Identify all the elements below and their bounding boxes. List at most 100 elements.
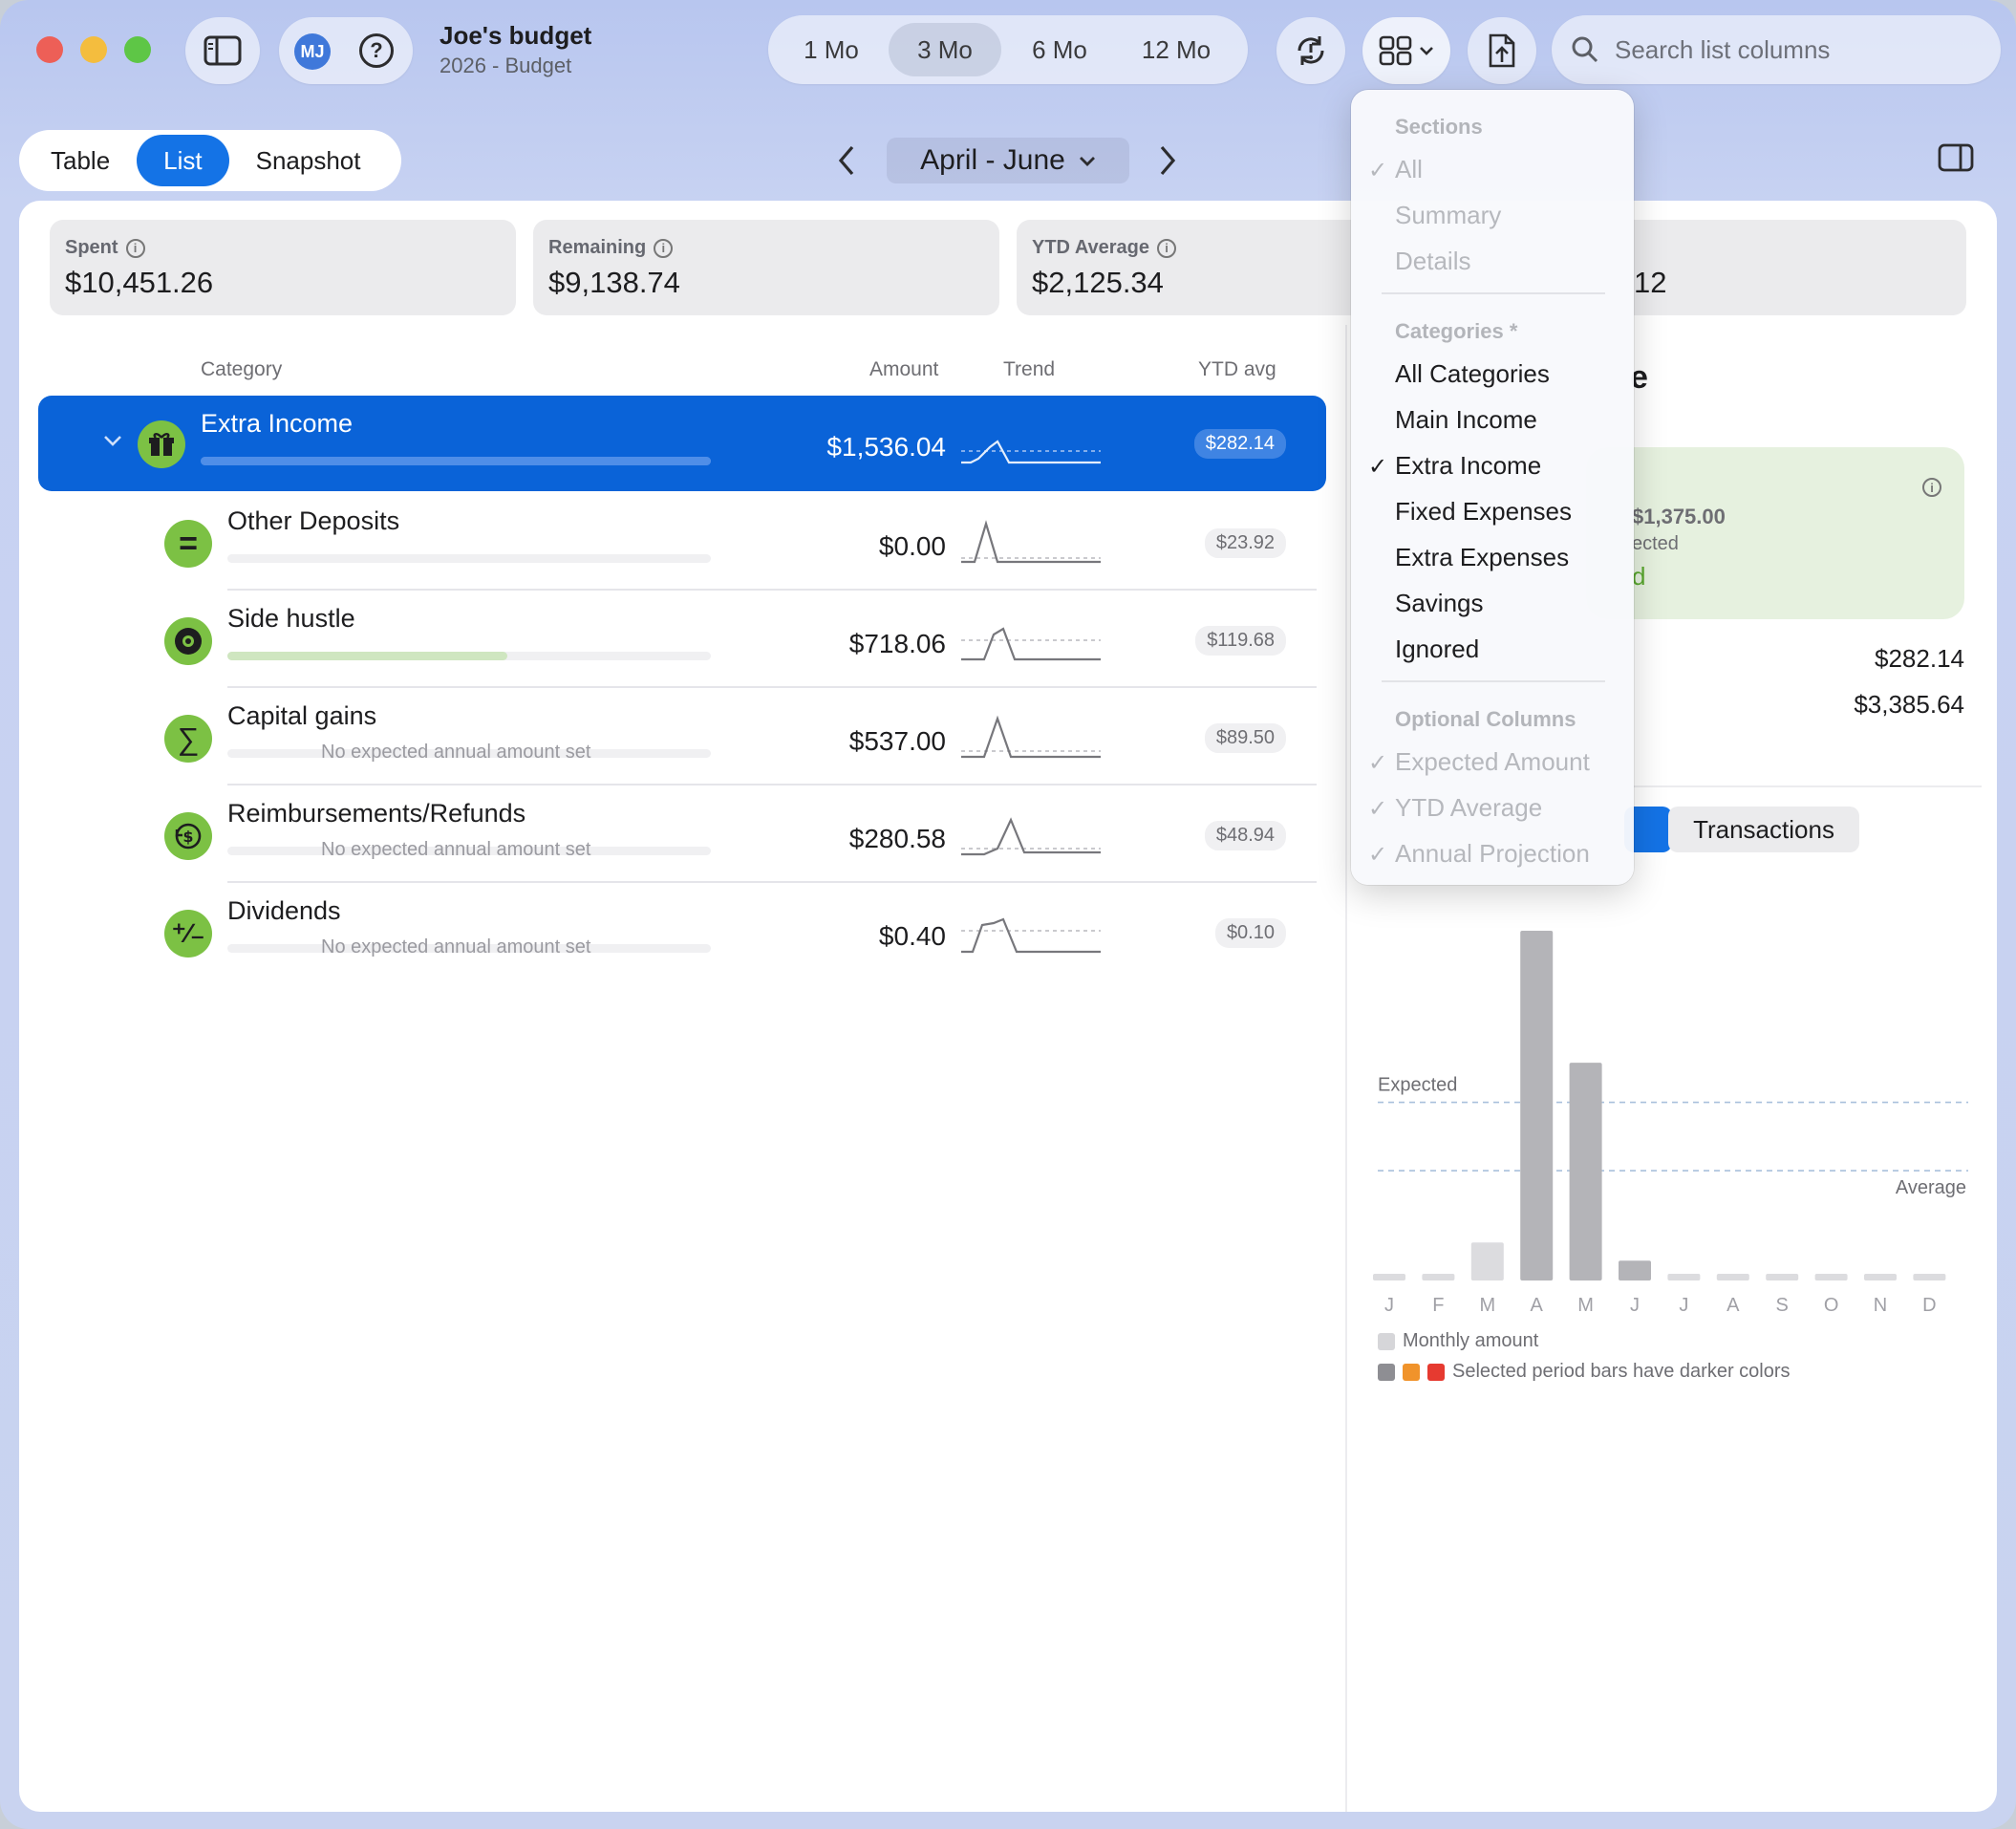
- x-tick-label: N: [1874, 1295, 1887, 1316]
- category-row[interactable]: $ Reimbursements/Refunds No expected ann…: [38, 787, 1326, 883]
- period-3-months[interactable]: 3 Mo: [889, 23, 1001, 76]
- legend-swatch-orange: [1403, 1364, 1420, 1381]
- column-header-amount[interactable]: Amount: [869, 358, 938, 381]
- search-field[interactable]: Search list columns: [1552, 15, 2001, 84]
- ytd-avg-badge: $23.92: [1204, 528, 1286, 558]
- tab-snapshot[interactable]: Snapshot: [229, 135, 388, 186]
- amount-value: $280.58: [848, 824, 946, 853]
- search-placeholder: Search list columns: [1615, 34, 1831, 64]
- zoom-window-button[interactable]: [124, 36, 151, 63]
- chevron-down-icon[interactable]: [103, 434, 122, 447]
- info-icon[interactable]: i: [1157, 238, 1177, 258]
- category-name: Side hustle: [227, 604, 355, 633]
- menu-item-fixed-expenses[interactable]: Fixed Expenses: [1395, 497, 1572, 527]
- chart-bar[interactable]: [1913, 1274, 1946, 1280]
- category-row[interactable]: ∑ Capital gains No expected annual amoun…: [38, 690, 1326, 785]
- menu-item-extra-expenses[interactable]: Extra Expenses: [1395, 543, 1569, 572]
- expected-note: No expected annual amount set: [321, 742, 591, 763]
- menu-item-all[interactable]: All: [1395, 155, 1423, 184]
- period-6-months[interactable]: 6 Mo: [1001, 23, 1118, 76]
- tab-list[interactable]: List: [137, 135, 229, 186]
- row-separator: [227, 589, 1317, 591]
- checkmark-icon: ✓: [1368, 750, 1388, 776]
- status-text: d: [1632, 562, 1646, 591]
- tab-table[interactable]: Table: [24, 135, 137, 186]
- menu-separator: [1382, 292, 1605, 294]
- x-tick-label: M: [1577, 1295, 1594, 1316]
- chart-bar[interactable]: [1619, 1260, 1651, 1280]
- category-row[interactable]: Side hustle $718.06 $119.68: [38, 592, 1326, 688]
- chart-bar[interactable]: [1569, 1063, 1602, 1280]
- inspector-toggle-button[interactable]: [1938, 143, 1974, 172]
- help-icon: ?: [370, 38, 383, 62]
- export-button[interactable]: [1468, 17, 1536, 84]
- chart-bar[interactable]: [1373, 1274, 1405, 1280]
- chart-bar[interactable]: [1864, 1274, 1897, 1280]
- chevron-down-icon: [1420, 47, 1433, 55]
- period-12-months[interactable]: 12 Mo: [1118, 23, 1234, 76]
- card-label: Remaining: [548, 237, 647, 258]
- app-subtitle: 2026 - Budget: [440, 54, 572, 77]
- expected-amount: $1,375.00: [1632, 505, 1726, 528]
- reference-line-label: Expected: [1378, 1075, 1457, 1096]
- expected-label: ected: [1632, 533, 1679, 554]
- minimize-window-button[interactable]: [80, 36, 107, 63]
- chart-bar[interactable]: [1716, 1274, 1749, 1280]
- category-row[interactable]: = Other Deposits $0.00 $23.92: [38, 495, 1326, 591]
- menu-item-annual-projection[interactable]: Annual Projection: [1395, 839, 1590, 869]
- info-icon[interactable]: i: [125, 238, 145, 258]
- trend-sparkline: [961, 627, 1101, 661]
- menu-item-ignored[interactable]: Ignored: [1395, 635, 1479, 664]
- column-header-trend[interactable]: Trend: [1003, 358, 1055, 381]
- avatar[interactable]: MJ: [294, 33, 331, 70]
- chart-bar[interactable]: [1667, 1274, 1701, 1280]
- column-header-category[interactable]: Category: [201, 358, 282, 381]
- summary-card-spent[interactable]: Spent i $10,451.26: [50, 220, 516, 315]
- chart-bar[interactable]: [1422, 1274, 1455, 1280]
- period-label: April - June: [920, 144, 1065, 176]
- menu-item-ytd-average[interactable]: YTD Average: [1395, 793, 1542, 823]
- amount-value: $537.00: [848, 726, 946, 756]
- x-tick-label: J: [1630, 1295, 1640, 1316]
- tab-transactions[interactable]: Transactions: [1668, 807, 1859, 852]
- equals-icon: =: [164, 520, 212, 568]
- ytd-avg-badge: $89.50: [1204, 723, 1286, 753]
- menu-separator: [1382, 680, 1605, 682]
- svg-text:$: $: [182, 828, 193, 846]
- sidebar-toggle-button[interactable]: [185, 17, 260, 84]
- card-value: $10,451.26: [65, 266, 214, 299]
- card-value: $2,125.34: [1032, 266, 1164, 299]
- chart-bar[interactable]: [1520, 931, 1554, 1280]
- card-label: Spent: [65, 237, 118, 258]
- next-period-button[interactable]: [1156, 143, 1179, 178]
- plus-minus-icon: ⁺∕₋: [164, 910, 212, 958]
- summary-card-remaining[interactable]: Remaining i $9,138.74: [533, 220, 999, 315]
- menu-item-details[interactable]: Details: [1395, 247, 1470, 276]
- info-icon[interactable]: i: [654, 238, 674, 258]
- sync-button[interactable]: [1276, 17, 1345, 84]
- previous-period-button[interactable]: [835, 143, 858, 178]
- close-window-button[interactable]: [36, 36, 63, 63]
- info-icon[interactable]: i: [1922, 478, 1941, 497]
- legend-selected-period: Selected period bars have darker colors: [1452, 1361, 1791, 1382]
- trend-sparkline: [961, 917, 1101, 954]
- chart-bar[interactable]: [1766, 1274, 1799, 1280]
- chart-bar[interactable]: [1814, 1274, 1848, 1280]
- x-tick-label: M: [1479, 1295, 1495, 1316]
- category-row[interactable]: ⁺∕₋ Dividends No expected annual amount …: [38, 885, 1326, 980]
- period-picker[interactable]: April - June: [887, 138, 1129, 183]
- chart-bar[interactable]: [1470, 1242, 1504, 1280]
- layout-menu-button[interactable]: [1362, 17, 1450, 84]
- grid-icon: [1379, 35, 1412, 66]
- help-button[interactable]: ?: [359, 33, 394, 68]
- menu-item-savings[interactable]: Savings: [1395, 589, 1484, 618]
- period-1-month[interactable]: 1 Mo: [774, 23, 889, 76]
- progress-bar: [227, 652, 711, 660]
- menu-item-extra-income[interactable]: Extra Income: [1395, 451, 1541, 481]
- menu-item-summary[interactable]: Summary: [1395, 201, 1501, 230]
- menu-item-all-categories[interactable]: All Categories: [1395, 359, 1550, 389]
- menu-item-main-income[interactable]: Main Income: [1395, 405, 1537, 435]
- column-header-ytd-avg[interactable]: YTD avg: [1198, 358, 1276, 381]
- menu-item-expected-amount[interactable]: Expected Amount: [1395, 747, 1590, 777]
- category-group-row[interactable]: Extra Income $1,536.04 $282.14: [38, 396, 1326, 491]
